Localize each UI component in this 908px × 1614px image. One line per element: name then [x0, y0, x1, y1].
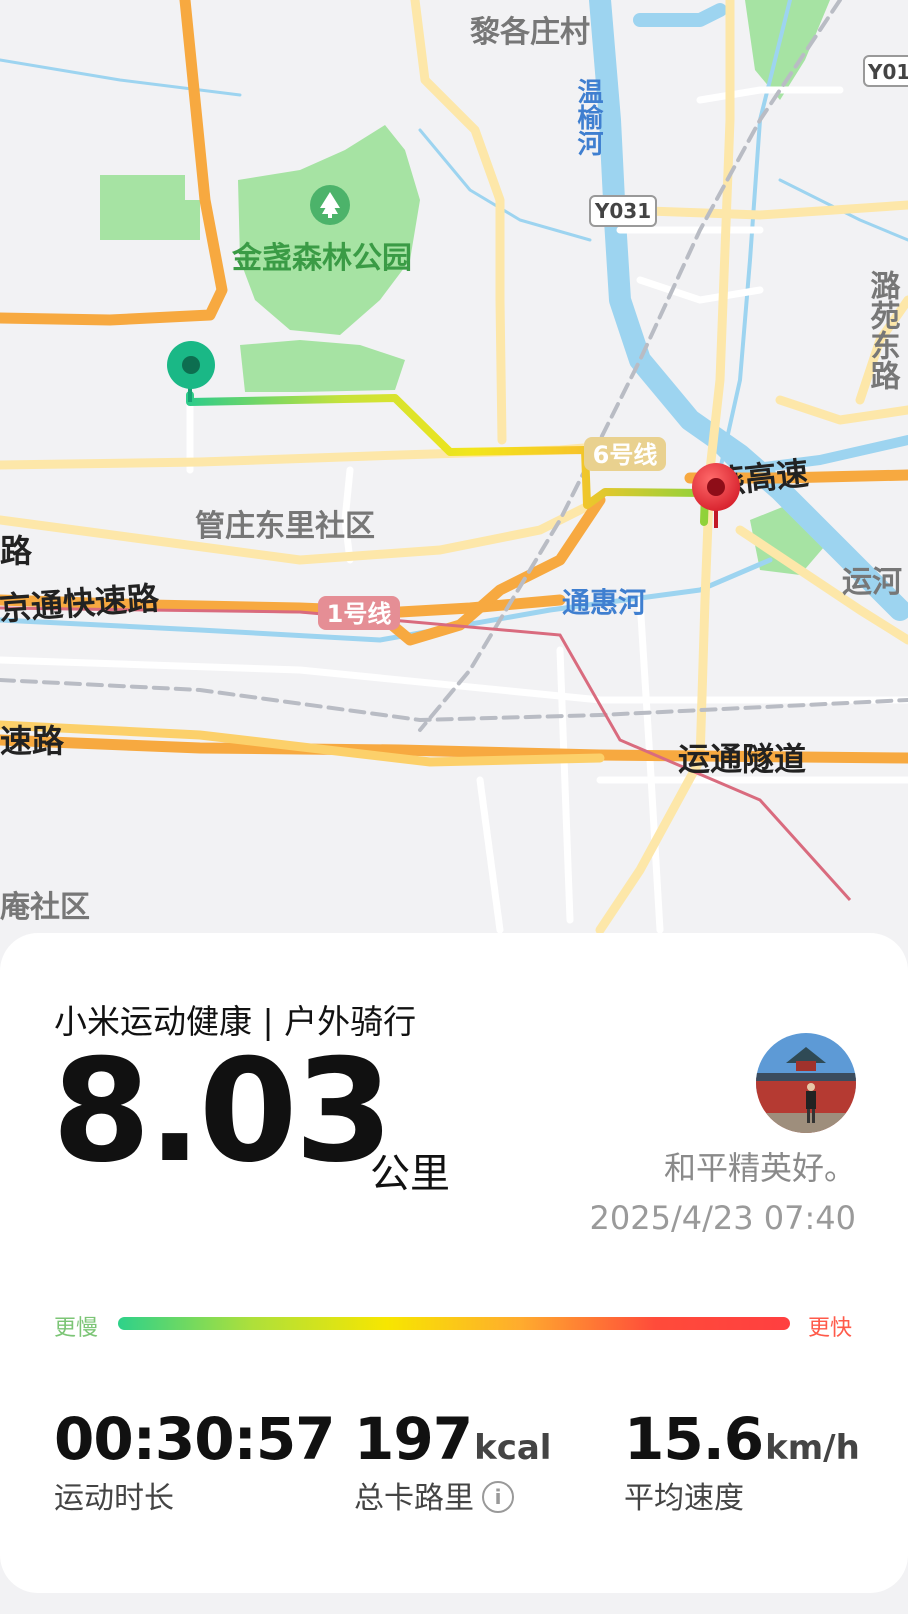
- map-label-river: 温榆河: [573, 78, 603, 156]
- park-icon: [310, 185, 350, 225]
- speed-legend-fast: 更快: [808, 1316, 853, 1341]
- svg-text:Y031: Y031: [594, 199, 651, 223]
- map-label-tunnel: 运通隧道: [678, 740, 806, 778]
- stat-speed-value: 15.6: [624, 1405, 764, 1473]
- svg-text:6号线: 6号线: [593, 441, 658, 469]
- stat-calories: 197kcal 总卡路里 i: [354, 1405, 551, 1517]
- stat-duration: 00:30:57 运动时长: [54, 1405, 336, 1517]
- map-label-tonghui: 通惠河: [562, 586, 646, 619]
- map-label-expressway-left: 速路: [0, 722, 65, 760]
- distance-unit: 公里: [370, 1151, 450, 1197]
- stat-duration-label: 运动时长: [54, 1481, 174, 1516]
- workout-summary-card: 小米运动健康 | 户外骑行 8.03 公里 和平精英好。 2025/4/23 0…: [0, 933, 908, 1593]
- workout-timestamp: 2025/4/23 07:40: [589, 1199, 856, 1237]
- stat-calories-label: 总卡路里: [354, 1481, 474, 1516]
- map-label-canal: 运河: [842, 565, 902, 600]
- info-icon[interactable]: i: [482, 1481, 514, 1513]
- svg-text:1号线: 1号线: [327, 600, 392, 628]
- map-label-community: 管庄东里社区: [195, 509, 375, 544]
- user-name: 和平精英好。: [663, 1149, 856, 1187]
- svg-text:Y01: Y01: [867, 60, 908, 84]
- stat-speed-label: 平均速度: [624, 1481, 744, 1516]
- map-label-park: 金盏森林公园: [231, 241, 412, 276]
- stat-speed-unit: km/h: [765, 1428, 860, 1468]
- avatar[interactable]: [756, 1033, 856, 1133]
- stat-speed: 15.6km/h 平均速度: [624, 1405, 860, 1517]
- map-label-luyuan: 潞苑东路: [865, 270, 901, 390]
- speed-legend-slow: 更慢: [54, 1316, 99, 1341]
- metro-badge-line1: 1号线: [318, 596, 400, 630]
- stat-calories-unit: kcal: [474, 1428, 552, 1468]
- stat-duration-value: 00:30:57: [54, 1405, 336, 1473]
- metro-badge-line6: 6号线: [584, 437, 666, 471]
- map-label-village: 黎各庄村: [470, 15, 590, 50]
- map-label-road-left: 路: [0, 532, 33, 570]
- speed-gradient-bar: [118, 1317, 790, 1330]
- stat-calories-value: 197: [354, 1405, 473, 1473]
- distance-value: 8.03: [52, 1029, 393, 1194]
- map-label-community-bl: 庵社区: [0, 890, 90, 925]
- road-sign-y01: Y01: [863, 55, 908, 87]
- road-sign-y031: Y031: [589, 195, 657, 227]
